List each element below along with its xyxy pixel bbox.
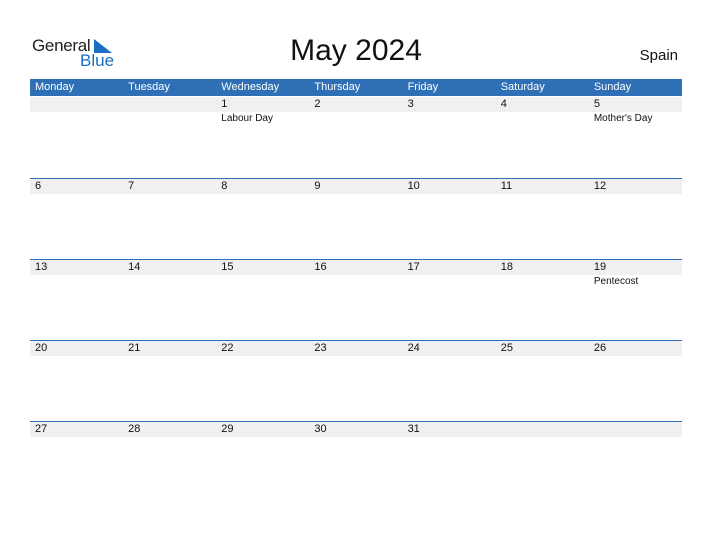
day-number: 6 bbox=[35, 180, 42, 192]
holiday-label: Labour Day bbox=[221, 113, 273, 124]
weekday-wednesday: Wednesday bbox=[221, 81, 280, 93]
day-number bbox=[30, 97, 123, 112]
holiday-label bbox=[123, 112, 216, 126]
weekday-monday: Monday bbox=[35, 81, 75, 93]
day-number: 29 bbox=[221, 423, 234, 435]
holiday-label bbox=[496, 112, 589, 126]
day-number: 24 bbox=[407, 342, 420, 354]
day-number: 2 bbox=[314, 98, 321, 110]
day-number: 27 bbox=[35, 423, 48, 435]
day-number: 16 bbox=[314, 261, 327, 273]
weekday-friday: Friday bbox=[407, 81, 439, 93]
day-number: 15 bbox=[221, 261, 234, 273]
day-number: 10 bbox=[407, 180, 420, 192]
day-number: 11 bbox=[500, 180, 513, 192]
day-number: 7 bbox=[128, 180, 135, 192]
day-number: 9 bbox=[314, 180, 321, 192]
weekday-tuesday: Tuesday bbox=[128, 81, 170, 93]
country-label: Spain bbox=[639, 47, 678, 64]
holiday-label bbox=[403, 275, 496, 289]
holiday-label bbox=[123, 275, 216, 289]
week-row: 27 28 29 30 31 bbox=[30, 421, 682, 437]
day-number: 30 bbox=[314, 423, 327, 435]
holiday-label bbox=[216, 275, 309, 289]
weekday-sunday: Sunday bbox=[593, 81, 632, 93]
day-number: 8 bbox=[221, 180, 228, 192]
day-number: 18 bbox=[500, 261, 513, 273]
day-number: 1 bbox=[221, 98, 228, 110]
week-row: 20 21 22 23 24 25 26 bbox=[30, 340, 682, 356]
day-number: 19 bbox=[593, 261, 607, 273]
day-number: 4 bbox=[500, 98, 507, 110]
day-number: 31 bbox=[407, 423, 420, 435]
day-number: 25 bbox=[500, 342, 513, 354]
day-number: 3 bbox=[407, 98, 414, 110]
day-number: 12 bbox=[593, 180, 607, 192]
day-number: 13 bbox=[35, 261, 48, 273]
day-number bbox=[123, 97, 216, 112]
holiday-label: Pentecost bbox=[593, 276, 639, 287]
day-number: 17 bbox=[407, 261, 420, 273]
weekday-thursday: Thursday bbox=[314, 81, 361, 93]
day-number: 21 bbox=[128, 342, 141, 354]
weekday-saturday: Saturday bbox=[500, 81, 545, 93]
holiday-label bbox=[30, 112, 123, 126]
holiday-label bbox=[496, 275, 589, 289]
week-row: 13 14 15 16 17 18 19 Pentecost bbox=[30, 259, 682, 289]
weekday-header: Monday Tuesday Wednesday Thursday Friday… bbox=[30, 79, 682, 96]
day-number bbox=[589, 422, 682, 437]
week-row: 6 7 8 9 10 11 12 bbox=[30, 178, 682, 194]
day-number: 26 bbox=[593, 342, 607, 354]
day-number: 28 bbox=[128, 423, 141, 435]
day-number: 14 bbox=[128, 261, 141, 273]
holiday-label bbox=[30, 275, 123, 289]
day-number: 5 bbox=[593, 98, 600, 110]
day-number: 23 bbox=[314, 342, 327, 354]
day-number bbox=[496, 422, 589, 437]
holiday-label bbox=[309, 112, 402, 126]
holiday-label: Mother's Day bbox=[593, 113, 653, 124]
holiday-label bbox=[309, 275, 402, 289]
holiday-label bbox=[403, 112, 496, 126]
day-number: 20 bbox=[35, 342, 48, 354]
page-title: May 2024 bbox=[290, 34, 422, 67]
week-row: 1 2 3 4 5 Labour Day Mother's Day bbox=[30, 97, 682, 126]
day-number: 22 bbox=[221, 342, 234, 354]
